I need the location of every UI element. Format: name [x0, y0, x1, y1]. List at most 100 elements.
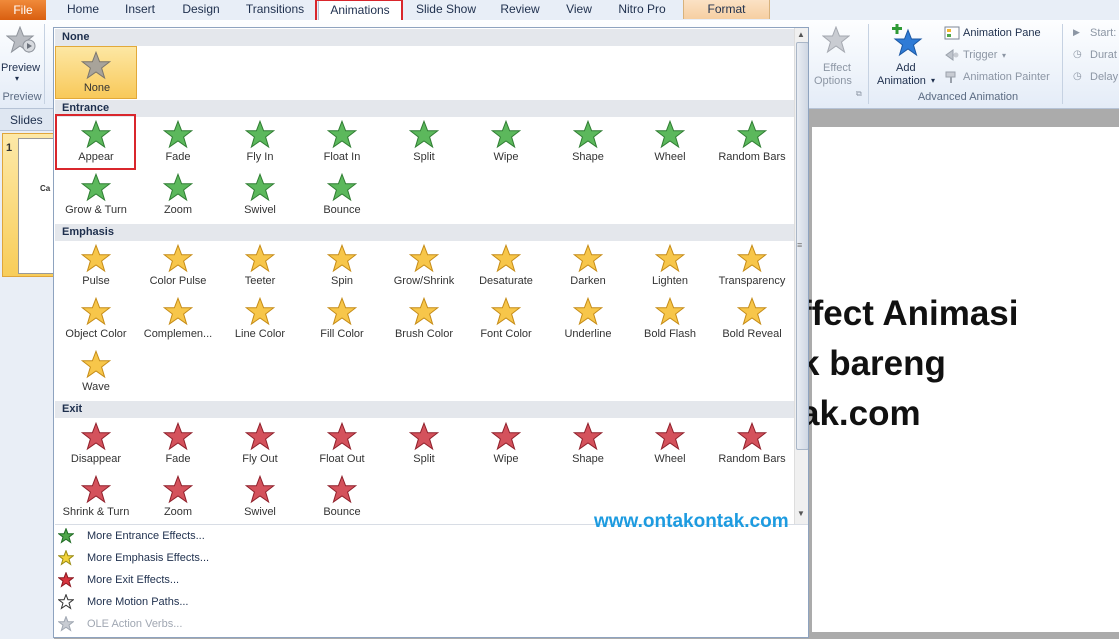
tab-animations[interactable]: Animations — [318, 0, 402, 21]
effect-exit-swivel[interactable]: Swivel — [219, 471, 301, 524]
effect-emphasis-fill-color[interactable]: Fill Color — [301, 293, 383, 346]
effect-entrance-swivel[interactable]: Swivel — [219, 169, 301, 222]
effect-exit-zoom[interactable]: Zoom — [137, 471, 219, 524]
effect-label: Fly In — [246, 151, 274, 163]
effect-emphasis-grow-shrink[interactable]: Grow/Shrink — [383, 240, 465, 293]
entrance-star-icon — [163, 173, 193, 202]
effect-label: Bounce — [323, 204, 361, 216]
effect-exit-disappear[interactable]: Disappear — [55, 418, 137, 471]
trigger-button[interactable]: Trigger — [963, 49, 997, 61]
effect-emphasis-object-color[interactable]: Object Color — [55, 293, 137, 346]
effect-label: Wipe — [493, 151, 519, 163]
preview-button[interactable]: Preview — [1, 62, 40, 74]
add-animation-dropdown-icon[interactable]: ▾ — [931, 76, 935, 85]
effect-emphasis-brush-color[interactable]: Brush Color — [383, 293, 465, 346]
effect-entrance-wipe[interactable]: Wipe — [465, 116, 547, 169]
effect-emphasis-font-color[interactable]: Font Color — [465, 293, 547, 346]
emphasis-star-icon — [737, 297, 767, 326]
tab-home[interactable]: Home — [58, 0, 108, 19]
tab-file[interactable]: File — [0, 0, 46, 20]
dialog-launcher-icon[interactable]: ⧉ — [856, 89, 862, 99]
effect-emphasis-bold-reveal[interactable]: Bold Reveal — [711, 293, 793, 346]
tab-format[interactable]: Format — [683, 0, 770, 19]
effect-exit-fade[interactable]: Fade — [137, 418, 219, 471]
ribbon-separator — [44, 24, 45, 104]
effect-emphasis-transparency[interactable]: Transparency — [711, 240, 793, 293]
emphasis-star-icon — [245, 244, 275, 273]
effect-exit-wipe[interactable]: Wipe — [465, 418, 547, 471]
effect-entrance-shape[interactable]: Shape — [547, 116, 629, 169]
add-animation-line2[interactable]: Animation — [877, 75, 926, 87]
effect-exit-random-bars[interactable]: Random Bars — [711, 418, 793, 471]
effect-entrance-random-bars[interactable]: Random Bars — [711, 116, 793, 169]
ribbon-separator — [1062, 24, 1063, 104]
effect-entrance-fly-in[interactable]: Fly In — [219, 116, 301, 169]
effect-emphasis-wave[interactable]: Wave — [55, 346, 137, 399]
effect-options-icon — [822, 26, 850, 54]
tab-slide-show[interactable]: Slide Show — [410, 0, 482, 19]
effect-entrance-zoom[interactable]: Zoom — [137, 169, 219, 222]
effect-emphasis-lighten[interactable]: Lighten — [629, 240, 711, 293]
effect-emphasis-bold-flash[interactable]: Bold Flash — [629, 293, 711, 346]
effect-emphasis-desaturate[interactable]: Desaturate — [465, 240, 547, 293]
effect-exit-float-out[interactable]: Float Out — [301, 418, 383, 471]
exit-star-icon — [737, 422, 767, 451]
preview-dropdown-arrow-icon[interactable]: ▾ — [15, 74, 19, 83]
tab-nitro-pro[interactable]: Nitro Pro — [612, 0, 672, 19]
exit-star-icon — [491, 422, 521, 451]
effect-exit-fly-out[interactable]: Fly Out — [219, 418, 301, 471]
effect-exit-split[interactable]: Split — [383, 418, 465, 471]
emphasis-star-icon — [655, 244, 685, 273]
tab-review[interactable]: Review — [492, 0, 548, 19]
effect-emphasis-line-color[interactable]: Line Color — [219, 293, 301, 346]
effect-emphasis-underline[interactable]: Underline — [547, 293, 629, 346]
effect-label: Disappear — [70, 453, 122, 465]
effect-exit-wheel[interactable]: Wheel — [629, 418, 711, 471]
slide-title-line3[interactable]: ak.com — [800, 394, 921, 434]
effect-exit-shape[interactable]: Shape — [547, 418, 629, 471]
add-animation-line1[interactable]: Add — [896, 62, 916, 74]
effect-emphasis-spin[interactable]: Spin — [301, 240, 383, 293]
effect-exit-bounce[interactable]: Bounce — [301, 471, 383, 524]
effect-label: Lighten — [651, 275, 689, 287]
gallery-scrollbar[interactable]: ▲ ≡ ▼ — [794, 28, 808, 525]
effect-label: Shrink & Turn — [62, 506, 130, 518]
effect-entrance-wheel[interactable]: Wheel — [629, 116, 711, 169]
tab-design[interactable]: Design — [174, 0, 228, 19]
menu-item-more-emphasis-effects[interactable]: More Emphasis Effects... — [54, 547, 794, 569]
slide-thumbnail[interactable] — [18, 138, 56, 274]
slide-title-line2[interactable]: k bareng — [800, 344, 946, 384]
effect-entrance-float-in[interactable]: Float In — [301, 116, 383, 169]
effect-emphasis-pulse[interactable]: Pulse — [55, 240, 137, 293]
menu-item-more-motion-paths[interactable]: More Motion Paths... — [54, 591, 794, 613]
scroll-down-icon[interactable]: ▼ — [797, 509, 805, 518]
slides-pane-header[interactable]: Slides — [0, 109, 54, 131]
effect-options-line1[interactable]: Effect — [823, 62, 851, 74]
effect-emphasis-complemen[interactable]: Complemen... — [137, 293, 219, 346]
effect-options-line2[interactable]: Options — [814, 75, 852, 87]
slide-title-line1[interactable]: ffect Animasi — [800, 294, 1018, 334]
emphasis-star-icon — [573, 244, 603, 273]
effect-entrance-split[interactable]: Split — [383, 116, 465, 169]
trigger-dropdown-icon[interactable]: ▾ — [1002, 51, 1006, 60]
tab-view[interactable]: View — [558, 0, 600, 19]
menu-item-more-exit-effects[interactable]: More Exit Effects... — [54, 569, 794, 591]
effect-exit-shrink-turn[interactable]: Shrink & Turn — [55, 471, 137, 524]
scroll-up-icon[interactable]: ▲ — [797, 30, 805, 39]
effect-none-none[interactable]: None — [55, 46, 137, 99]
animation-painter-button[interactable]: Animation Painter — [963, 71, 1050, 83]
effect-entrance-grow-turn[interactable]: Grow & Turn — [55, 169, 137, 222]
menu-item-ole-action-verbs[interactable]: OLE Action Verbs... — [54, 613, 794, 635]
effect-entrance-bounce[interactable]: Bounce — [301, 169, 383, 222]
effect-entrance-fade[interactable]: Fade — [137, 116, 219, 169]
ribbon-separator — [868, 24, 869, 104]
effect-emphasis-teeter[interactable]: Teeter — [219, 240, 301, 293]
effect-emphasis-darken[interactable]: Darken — [547, 240, 629, 293]
effect-emphasis-color-pulse[interactable]: Color Pulse — [137, 240, 219, 293]
effect-entrance-appear[interactable]: Appear — [55, 116, 137, 169]
tab-transitions[interactable]: Transitions — [238, 0, 312, 19]
exit-star-icon — [81, 422, 111, 451]
tab-insert[interactable]: Insert — [115, 0, 165, 19]
effect-label: Wipe — [493, 453, 519, 465]
animation-pane-button[interactable]: Animation Pane — [963, 27, 1041, 39]
